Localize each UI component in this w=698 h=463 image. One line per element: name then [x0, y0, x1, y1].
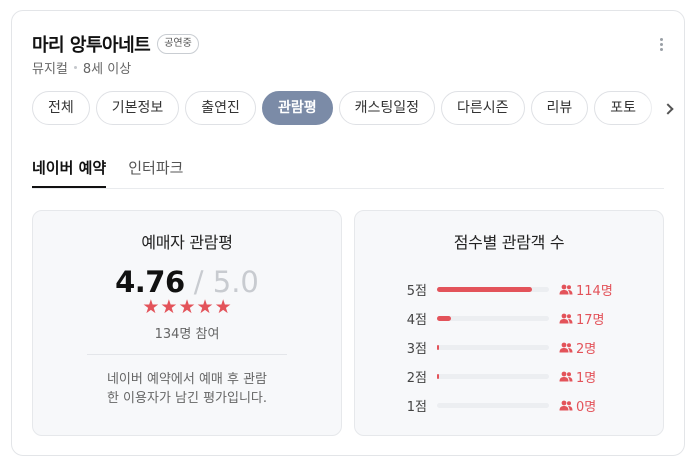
score-label: 3점 [406, 342, 427, 357]
star-icon: ★ [178, 296, 196, 318]
score-label: 4점 [406, 313, 427, 328]
distribution-panel: 점수별 관람객 수 5점 114명 4점 17명 3점 2명 2점 1명 1점 0명 [354, 210, 664, 436]
star-icon: ★ [142, 296, 160, 318]
age-rating: 8세 이상 [82, 62, 132, 77]
bar-track [437, 403, 549, 408]
score-row: 4.76 / 5.0 [33, 265, 341, 299]
tab-bar: 전체 기본정보 출연진 관람평 캐스팅일정 다른시즌 리뷰 포토 [32, 91, 672, 127]
max-score: / 5.0 [193, 265, 259, 299]
rating-panel: 예매자 관람평 4.76 / 5.0 ★ ★ ★ ★ ★ 134명 참여 네이버 예약에… [32, 210, 342, 436]
source-tab[interactable]: 인터파크 [128, 153, 183, 188]
tab-item[interactable]: 다른시즌 [440, 91, 525, 125]
people-icon [559, 284, 573, 295]
star-icon: ★ [196, 296, 214, 318]
chevron-right-icon [662, 103, 674, 115]
tab-item[interactable]: 리뷰 [530, 91, 589, 125]
distribution-row: 2점 1명 [355, 362, 663, 391]
audience-count-label: 1명 [576, 371, 597, 386]
audience-count-label: 2명 [576, 342, 597, 357]
people-icon [559, 313, 573, 324]
audience-count-label: 0명 [576, 400, 597, 415]
divider [87, 354, 287, 355]
source-tab[interactable]: 네이버 예약 [32, 153, 107, 188]
title-row: 마리 앙투아네트 공연중 [32, 31, 199, 57]
tab-item[interactable]: 전체 [32, 91, 90, 125]
rating-note-line-1: 네이버 예약에서 예매 후 관람 [106, 372, 268, 387]
score-label: 1점 [406, 400, 427, 415]
bar-fill [437, 374, 439, 379]
bar-fill [437, 316, 452, 321]
star-icon: ★ [214, 296, 232, 318]
bar-track [437, 345, 549, 350]
people-icon [559, 371, 573, 382]
score-label: 5점 [406, 284, 427, 299]
audience-count: 0명 [559, 396, 596, 415]
rating-note-line-2: 한 이용자가 남긴 평가입니다. [106, 391, 268, 406]
audience-count: 2명 [559, 338, 596, 357]
tab-item[interactable]: 캐스팅일정 [338, 91, 435, 125]
audience-count-label: 114명 [576, 284, 613, 299]
people-icon [559, 400, 573, 411]
performance-title[interactable]: 마리 앙투아네트 [32, 31, 151, 57]
performance-card: 마리 앙투아네트 공연중 뮤지컬 8세 이상 전체 기본정보 출연진 관람평 캐스팅일정… [11, 10, 685, 456]
bar-track [437, 374, 549, 379]
tab-item[interactable]: 출연진 [185, 91, 256, 125]
star-icon: ★ [160, 296, 178, 318]
source-tabs: 네이버 예약 인터파크 [32, 153, 664, 189]
distribution-panel-title: 점수별 관람객 수 [453, 233, 565, 252]
more-options-icon[interactable] [656, 38, 666, 56]
distribution-row: 4점 17명 [355, 304, 663, 333]
tab-item[interactable]: 관람평 [261, 91, 333, 125]
score-distribution: 5점 114명 4점 17명 3점 2명 2점 1명 1점 0명 [355, 275, 663, 420]
bar-fill [437, 345, 439, 350]
status-badge: 공연중 [157, 34, 199, 54]
audience-count: 17명 [559, 309, 605, 328]
distribution-row: 1점 0명 [355, 391, 663, 420]
bar-fill [437, 287, 533, 292]
audience-count: 114명 [559, 280, 613, 299]
bar-track [437, 287, 549, 292]
tab-item[interactable]: 기본정보 [95, 91, 180, 125]
score-label: 2점 [406, 371, 427, 386]
genre-label: 뮤지컬 [32, 62, 68, 77]
participant-count: 134명 참여 [154, 327, 220, 342]
bar-track [437, 316, 549, 321]
distribution-row: 3점 2명 [355, 333, 663, 362]
distribution-row: 5점 114명 [355, 275, 663, 304]
subtitle: 뮤지컬 8세 이상 [32, 58, 131, 77]
rating-panel-title: 예매자 관람평 [141, 233, 233, 252]
separator-dot [73, 66, 77, 69]
star-rating: ★ ★ ★ ★ ★ [33, 297, 341, 317]
audience-count-label: 17명 [576, 313, 605, 328]
rating-note: 네이버 예약에서 예매 후 관람 한 이용자가 남긴 평가입니다. [33, 370, 341, 408]
average-score: 4.76 [115, 265, 185, 299]
people-icon [559, 342, 573, 353]
tab-scroll-next[interactable] [644, 91, 684, 127]
audience-count: 1명 [559, 367, 596, 386]
